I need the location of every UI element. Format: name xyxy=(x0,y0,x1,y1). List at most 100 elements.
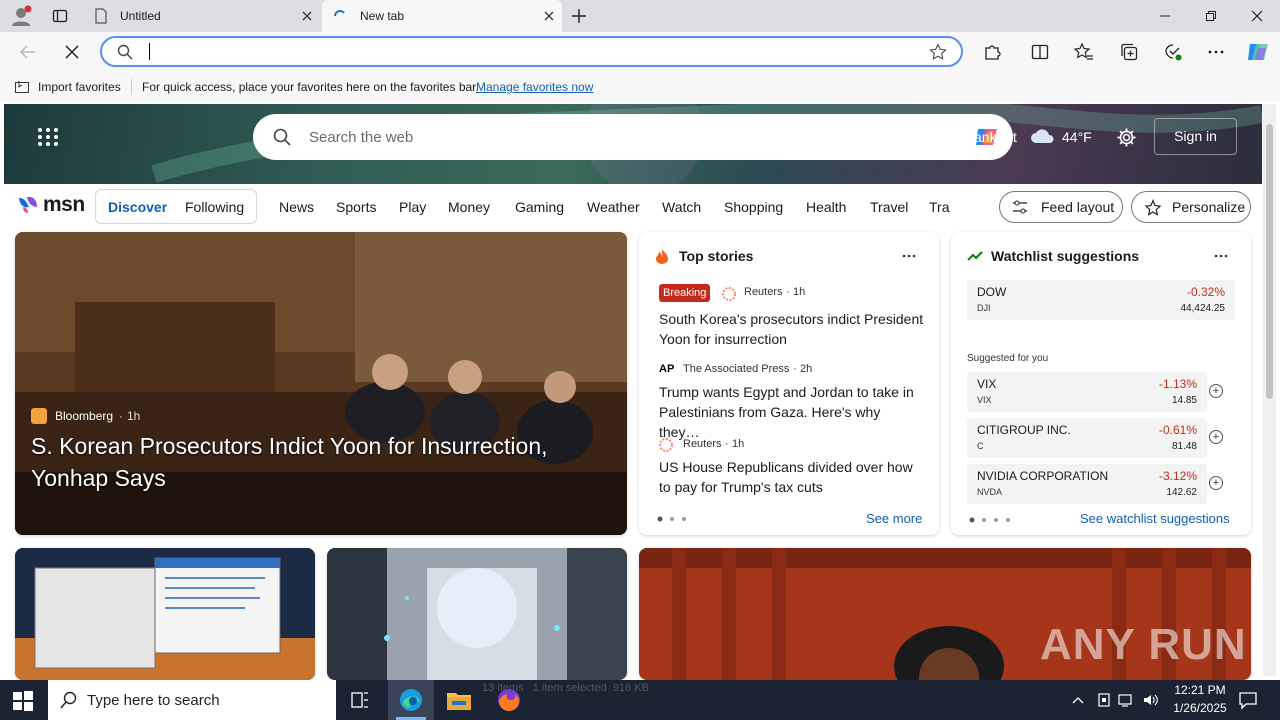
manage-favorites-link[interactable]: Manage favorites now xyxy=(476,80,593,94)
more-options-icon[interactable] xyxy=(1214,254,1228,258)
back-icon[interactable] xyxy=(18,42,38,62)
nav-gaming[interactable]: Gaming xyxy=(515,199,564,215)
more-options-icon[interactable] xyxy=(902,254,916,258)
minimize-icon[interactable] xyxy=(1142,0,1188,32)
stop-loading-icon[interactable] xyxy=(62,42,82,62)
news-card-screenshot[interactable] xyxy=(15,548,315,680)
clock-time[interactable]: 12:21 PM xyxy=(1170,683,1230,697)
nav-traffic[interactable]: Tra xyxy=(929,199,951,215)
watermark-text: ANY RUN xyxy=(1040,620,1247,669)
device-icon[interactable] xyxy=(1096,692,1112,708)
nav-weather[interactable]: Weather xyxy=(587,199,640,215)
hero-news-card[interactable]: Bloomberg · 1h S. Korean Prosecutors Ind… xyxy=(15,232,627,535)
profile-icon[interactable] xyxy=(10,5,32,27)
scrollbar[interactable] xyxy=(1263,104,1276,676)
address-bar[interactable] xyxy=(100,36,963,67)
nav-health[interactable]: Health xyxy=(806,199,846,215)
new-tab-icon[interactable] xyxy=(571,8,587,24)
tab-strip: Untitled New tab xyxy=(0,0,1280,32)
hero-headline[interactable]: S. Korean Prosecutors Indict Yoon for In… xyxy=(31,430,601,494)
nav-watch[interactable]: Watch xyxy=(662,199,701,215)
tab-actions-icon[interactable] xyxy=(52,8,68,24)
stock-ticker: NVDA xyxy=(977,487,1003,497)
tab-new-tab[interactable]: New tab xyxy=(322,0,562,32)
tab-discover[interactable]: Discover xyxy=(108,199,167,215)
nav-sports[interactable]: Sports xyxy=(336,199,376,215)
stock-ticker: C xyxy=(977,441,984,451)
close-tab-icon[interactable] xyxy=(300,9,314,23)
reuters-logo-icon xyxy=(659,438,673,452)
file-explorer-icon[interactable] xyxy=(446,688,472,712)
import-favorites-button[interactable]: Import favorites xyxy=(38,80,121,94)
taskbar-search-placeholder: Type here to search xyxy=(87,692,220,709)
trend-up-icon xyxy=(967,251,983,261)
web-search-box[interactable]: Search the web xyxy=(253,114,1013,160)
bloomberg-logo-icon xyxy=(31,408,47,424)
sparkle-icon xyxy=(1144,199,1162,216)
favorite-star-icon[interactable] xyxy=(929,43,947,61)
sign-in-button[interactable]: Sign in xyxy=(1154,118,1237,155)
tab-title: New tab xyxy=(360,9,405,23)
add-to-watchlist-icon[interactable]: + xyxy=(1209,384,1223,398)
add-to-watchlist-icon[interactable]: + xyxy=(1209,430,1223,444)
notifications-icon[interactable] xyxy=(1238,690,1258,710)
nav-shopping[interactable]: Shopping xyxy=(724,199,783,215)
pagination-dots[interactable] xyxy=(657,516,691,522)
network-icon[interactable] xyxy=(1118,692,1134,708)
apps-launcher-icon[interactable] xyxy=(37,127,59,147)
add-to-watchlist-icon[interactable]: + xyxy=(1209,476,1223,490)
stock-row[interactable]: NVIDIA CORPORATION NVDA -3.12% 142.62 xyxy=(967,464,1207,504)
volume-icon[interactable] xyxy=(1142,692,1158,708)
news-card-servers[interactable] xyxy=(327,548,627,680)
edge-taskbar-button[interactable] xyxy=(388,680,434,720)
stock-row[interactable]: VIX VIX -1.13% 14.85 xyxy=(967,372,1207,412)
split-screen-icon[interactable] xyxy=(1030,42,1050,62)
restore-icon[interactable] xyxy=(1188,0,1234,32)
clock-date[interactable]: 1/26/2025 xyxy=(1166,701,1234,715)
stock-change: -0.32% xyxy=(1186,285,1225,299)
weather-temperature[interactable]: 44°F xyxy=(1062,129,1092,145)
close-window-icon[interactable] xyxy=(1234,0,1280,32)
nav-travel[interactable]: Travel xyxy=(870,199,908,215)
weather-location[interactable]: ankfurt xyxy=(974,129,1017,145)
see-watchlist-link[interactable]: See watchlist suggestions xyxy=(1080,511,1230,526)
start-windows-icon[interactable] xyxy=(12,690,34,712)
browser-essentials-icon[interactable] xyxy=(1163,42,1183,62)
nav-money[interactable]: Money xyxy=(448,199,490,215)
see-more-link[interactable]: See more xyxy=(866,511,922,526)
nav-play[interactable]: Play xyxy=(399,199,426,215)
story-time: 2h xyxy=(800,363,813,375)
stock-price: 142.62 xyxy=(1166,487,1197,498)
collections-icon[interactable] xyxy=(1119,42,1139,62)
reuters-logo-icon xyxy=(722,287,736,301)
stock-price: 81.48 xyxy=(1171,441,1197,452)
search-icon xyxy=(273,128,291,146)
more-options-icon[interactable] xyxy=(1206,42,1226,62)
tab-following[interactable]: Following xyxy=(185,199,244,215)
stock-row[interactable]: CITIGROUP INC. C -0.61% 81.48 xyxy=(967,418,1207,458)
extensions-icon[interactable] xyxy=(982,42,1002,62)
scrollbar-thumb[interactable] xyxy=(1266,124,1273,399)
nav-news[interactable]: News xyxy=(279,199,314,215)
settings-gear-icon[interactable] xyxy=(1116,127,1137,148)
firefox-icon[interactable] xyxy=(496,687,522,713)
tab-untitled[interactable]: Untitled xyxy=(84,0,320,32)
story-source: The Associated Press xyxy=(683,363,790,375)
msn-logo[interactable]: msn xyxy=(17,193,85,219)
close-tab-icon[interactable] xyxy=(542,9,556,23)
pagination-dots[interactable] xyxy=(969,517,1013,523)
anyrun-watermark: ANY RUN xyxy=(1040,610,1246,670)
feed-layout-label: Feed layout xyxy=(1041,199,1115,215)
stock-row[interactable]: DOW DJI -0.32% 44,424.25 xyxy=(967,280,1235,320)
personalize-button[interactable]: Personalize xyxy=(1131,191,1251,223)
copilot-icon[interactable] xyxy=(1244,38,1272,66)
feed-layout-button[interactable]: Feed layout xyxy=(999,191,1123,223)
story-time: 1h xyxy=(793,286,806,298)
favorites-icon[interactable] xyxy=(1074,42,1094,62)
taskbar-search-box[interactable]: Type here to search xyxy=(48,680,336,720)
task-view-icon[interactable] xyxy=(350,690,370,710)
story-headline[interactable]: US House Republicans divided over how to… xyxy=(659,457,924,497)
story-headline[interactable]: Trump wants Egypt and Jordan to take in … xyxy=(659,382,924,442)
chevron-up-icon[interactable] xyxy=(1070,692,1086,708)
story-headline[interactable]: South Korea's prosecutors indict Preside… xyxy=(659,309,924,349)
